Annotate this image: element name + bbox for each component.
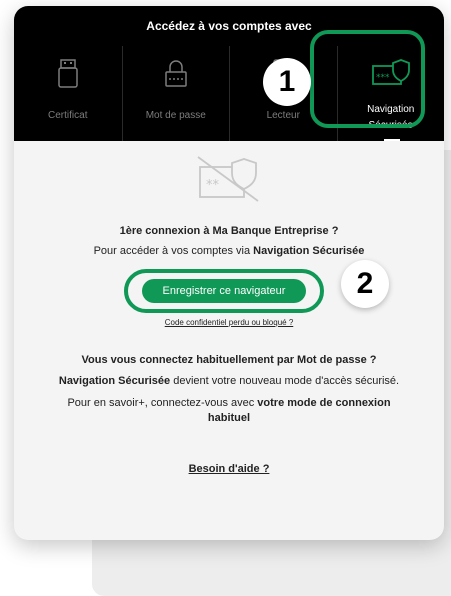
secure-card-shield-crossed-icon: ** [197, 156, 259, 202]
highlight-navigation-securisee [310, 30, 425, 128]
first-login-title: 1ère connexion à Ma Banque Entreprise ? [119, 225, 339, 237]
access-text-bold: Navigation Sécurisée [253, 245, 365, 257]
tab-certificat[interactable]: Certificat [14, 46, 122, 141]
step-badge-2: 2 [341, 260, 389, 308]
register-browser-button[interactable]: Enregistrer ce navigateur [142, 279, 306, 303]
svg-text:**: ** [206, 178, 220, 193]
help-link-wrap: Besoin d'aide ? [14, 463, 444, 475]
highlight-register-button: Enregistrer ce navigateur [124, 269, 324, 313]
password-user-title: Vous vous connectez habituellement par M… [81, 354, 377, 366]
tab-mot-de-passe-label: Mot de passe [145, 110, 206, 121]
help-link[interactable]: Besoin d'aide ? [189, 463, 270, 475]
usb-key-icon [58, 59, 78, 88]
access-text: Pour accéder à vos comptes via Navigatio… [14, 245, 444, 257]
step-badge-1: 1 [263, 58, 311, 106]
lost-code-link-wrap: Code confidentiel perdu ou bloqué ? [14, 318, 444, 327]
page: Accédez à vos comptes avec Certificat Mo… [0, 0, 451, 596]
new-mode-text: Navigation Sécurisée devient votre nouve… [14, 375, 444, 387]
access-text-prefix: Pour accéder à vos comptes via [93, 245, 254, 257]
tab-certificat-label: Certificat [48, 110, 88, 121]
learn-more-prefix: Pour en savoir+, connectez-vous avec [67, 397, 258, 409]
lost-code-link[interactable]: Code confidentiel perdu ou bloqué ? [165, 318, 294, 327]
learn-more-bold-line2: habituel [207, 412, 251, 424]
panel-content: ** 1ère connexion à Ma Banque Entreprise… [14, 141, 444, 540]
new-mode-rest: devient votre nouveau mode d'accès sécur… [170, 375, 400, 387]
learn-more-bold-line1: votre mode de connexion [257, 397, 391, 409]
new-mode-bold: Navigation Sécurisée [58, 375, 171, 387]
learn-more-text: Pour en savoir+, connectez-vous avec vot… [14, 396, 444, 426]
tab-mot-de-passe[interactable]: Mot de passe [121, 46, 230, 141]
lock-keyboard-icon [165, 60, 187, 87]
panel-header: Accédez à vos comptes avec Certificat Mo… [14, 6, 444, 141]
